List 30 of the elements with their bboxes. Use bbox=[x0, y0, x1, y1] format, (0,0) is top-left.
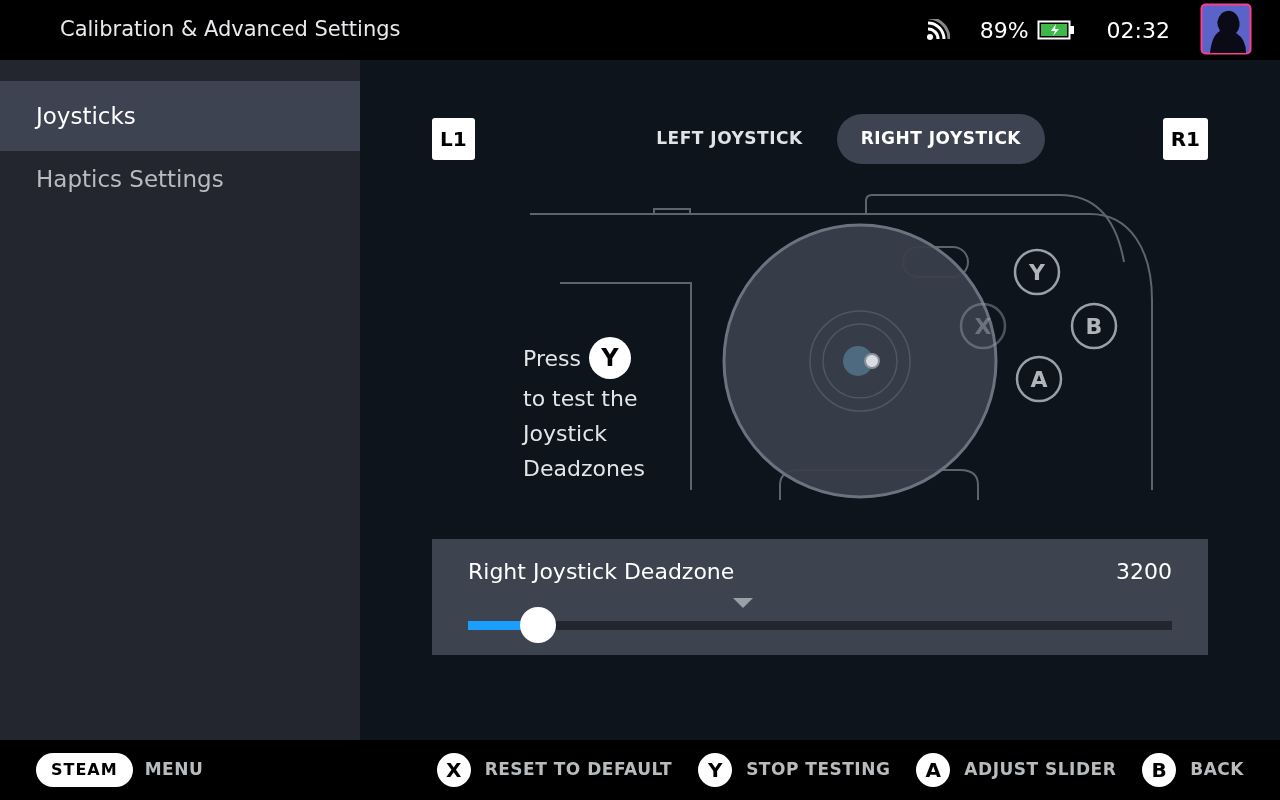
hint-label: STOP TESTING bbox=[746, 758, 891, 782]
battery-icon bbox=[1036, 20, 1075, 40]
shoulder-button-glyph: R1 bbox=[1162, 118, 1208, 160]
slider[interactable] bbox=[468, 607, 1172, 643]
slider-value: 3200 bbox=[1116, 558, 1172, 586]
button-glyph: Y bbox=[698, 753, 733, 787]
shoulder-button-glyph: L1 bbox=[432, 118, 475, 160]
steam-button-glyph: STEAM bbox=[36, 753, 133, 787]
tab[interactable]: RIGHT JOYSTICK bbox=[836, 114, 1046, 164]
prompt-text: Press bbox=[523, 344, 581, 373]
button-glyph: B bbox=[1142, 753, 1177, 787]
hint-label: MENU bbox=[144, 758, 204, 782]
signal-icon bbox=[925, 19, 950, 41]
hint-label: RESET TO DEFAULT bbox=[484, 758, 673, 782]
sidebar-item[interactable]: Joysticks bbox=[0, 81, 360, 151]
hint-label: BACK bbox=[1190, 758, 1244, 782]
avatar-icon[interactable] bbox=[1200, 3, 1254, 57]
slider-thumb[interactable] bbox=[520, 607, 557, 643]
sidebar-item[interactable]: Haptics Settings bbox=[0, 151, 360, 207]
battery-percent: 89% bbox=[979, 16, 1029, 45]
clock: 02:32 bbox=[1106, 16, 1170, 45]
button-glyph: Y bbox=[588, 337, 631, 379]
default-marker-icon bbox=[733, 598, 753, 608]
window-title: Calibration & Advanced Settings bbox=[60, 16, 401, 44]
slider-label: Right Joystick Deadzone bbox=[468, 558, 735, 586]
hint-label: ADJUST SLIDER bbox=[964, 758, 1117, 782]
button-glyph: X bbox=[436, 753, 471, 787]
button-glyph: A bbox=[916, 753, 951, 787]
prompt-text: to test the Joystick Deadzones bbox=[523, 385, 646, 483]
tab[interactable]: LEFT JOYSTICK bbox=[632, 114, 827, 164]
